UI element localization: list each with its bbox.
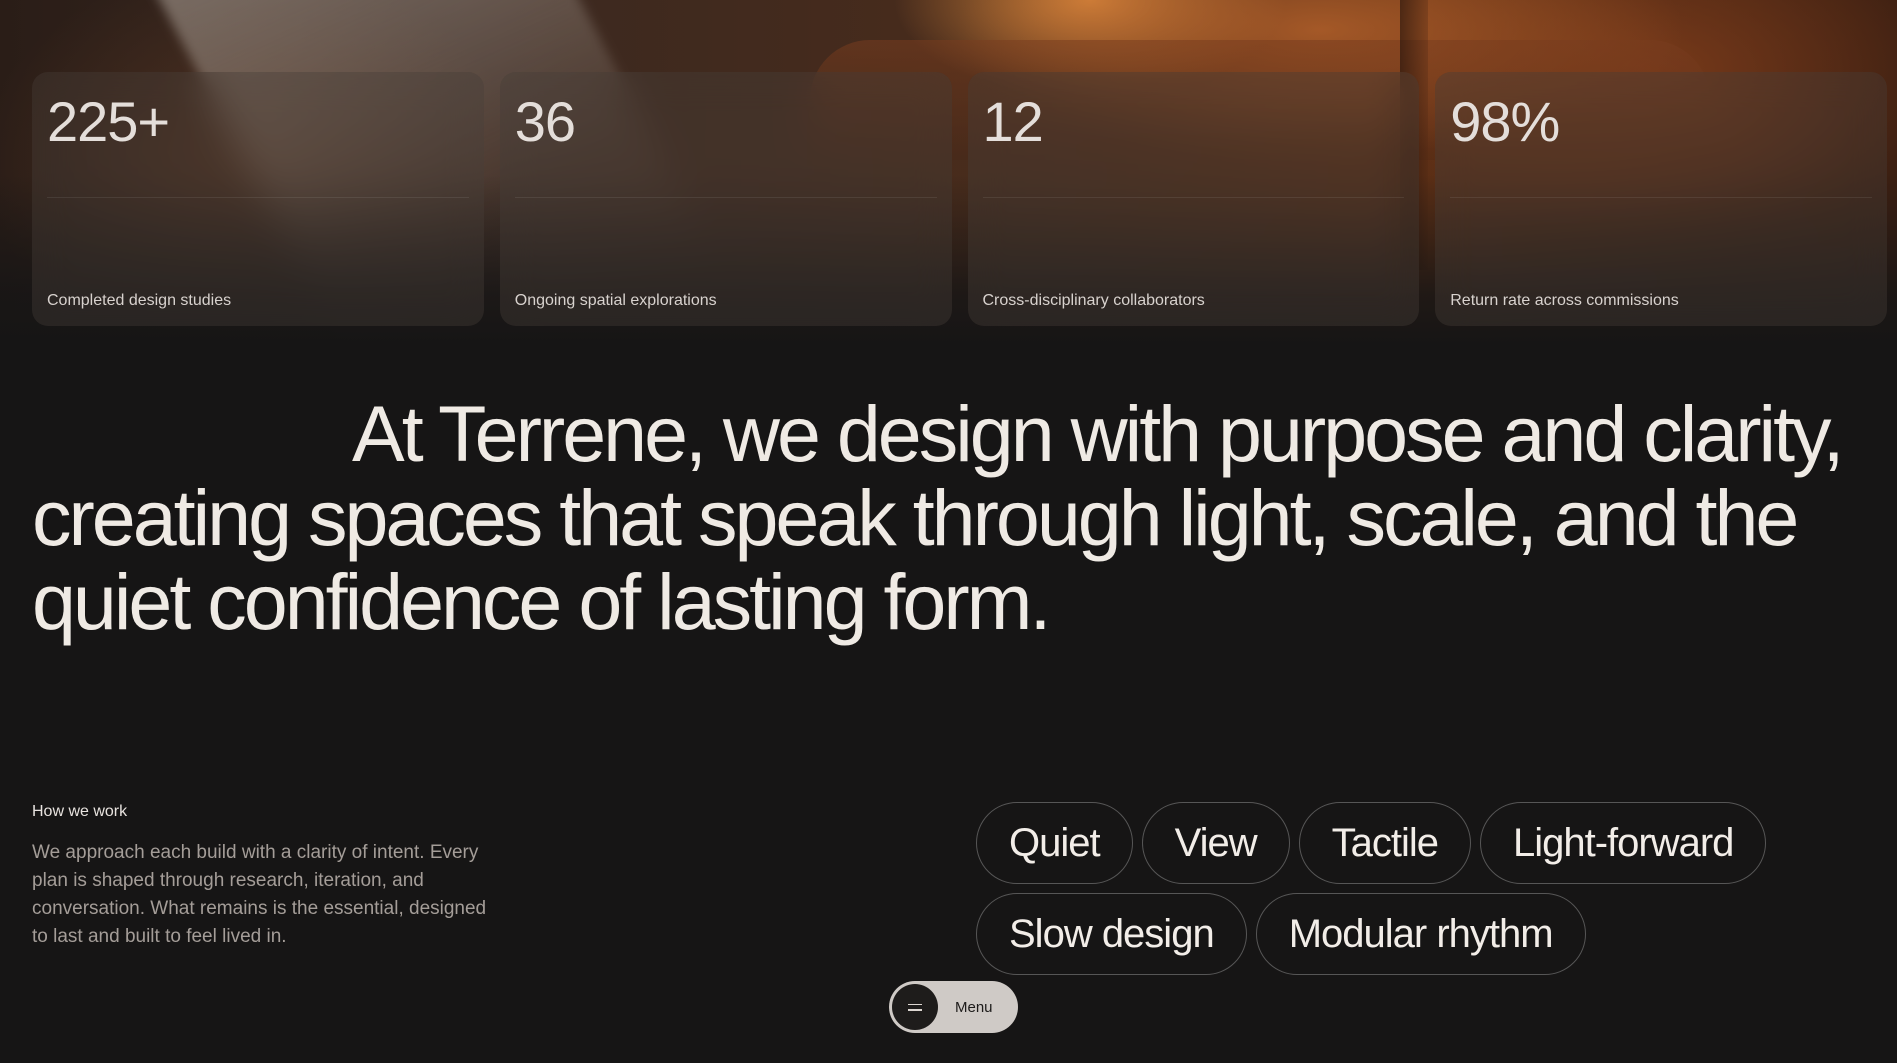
section-body: We approach each build with a clarity of… [32, 842, 487, 947]
stat-card-studies: 225+ Completed design studies [32, 72, 484, 326]
stat-card-collaborators: 12 Cross-disciplinary collaborators [967, 72, 1420, 326]
stat-value: 225+ [47, 90, 170, 153]
stat-divider [1450, 197, 1872, 198]
tag-quiet[interactable]: Quiet [976, 802, 1133, 884]
how-we-work-section: How we work We approach each build with … [32, 803, 502, 951]
hamburger-icon [892, 984, 938, 1030]
stat-card-return-rate: 98% Return rate across commissions [1435, 72, 1887, 326]
stat-value: 36 [514, 90, 576, 153]
tag-modular-rhythm[interactable]: Modular rhythm [1255, 893, 1586, 975]
tag-list: Quiet View Tactile Light-forward Slow de… [976, 802, 1856, 975]
tag-slow-design[interactable]: Slow design [976, 893, 1247, 975]
stat-divider [47, 197, 469, 198]
stat-label: Return rate across commissions [1450, 292, 1679, 309]
section-heading: How we work [32, 803, 128, 820]
stats-row: 225+ Completed design studies 36 Ongoing… [32, 72, 1887, 326]
stat-divider [514, 197, 937, 198]
stat-label: Cross-disciplinary collaborators [982, 292, 1205, 309]
menu-button[interactable]: Menu [889, 981, 1018, 1033]
menu-label: Menu [955, 998, 993, 1016]
mission-statement: At Terrene, we design with purpose and c… [32, 389, 1845, 646]
tag-view[interactable]: View [1141, 802, 1290, 884]
stat-label: Ongoing spatial explorations [514, 292, 717, 309]
tag-tactile[interactable]: Tactile [1298, 802, 1471, 884]
stat-label: Completed design studies [47, 292, 232, 309]
stat-divider [982, 197, 1405, 198]
tag-light-forward[interactable]: Light-forward [1479, 802, 1767, 884]
stat-value: 98% [1450, 90, 1560, 153]
stat-card-explorations: 36 Ongoing spatial explorations [499, 72, 952, 326]
stat-value: 12 [982, 90, 1044, 153]
